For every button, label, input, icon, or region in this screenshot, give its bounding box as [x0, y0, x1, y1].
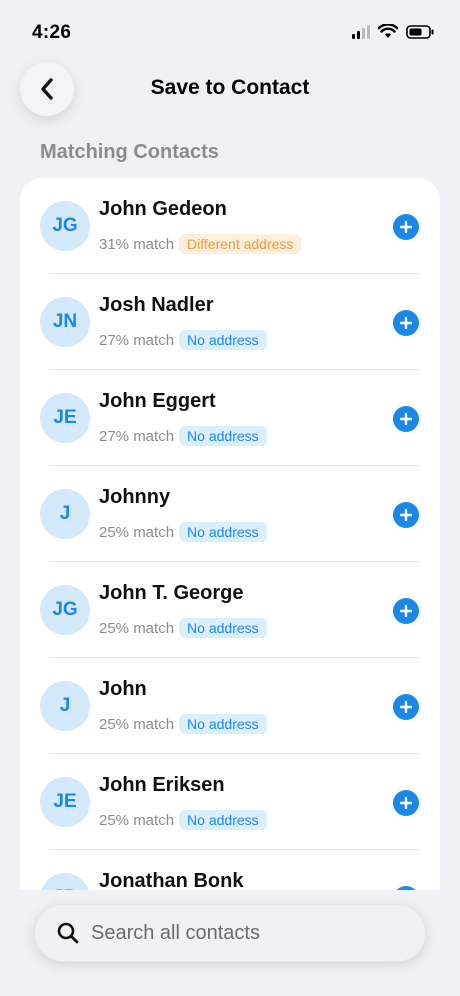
contact-meta: 31% match Different address [99, 234, 302, 254]
add-contact-button[interactable] [393, 886, 419, 890]
contact-name: Josh Nadler [99, 294, 214, 316]
contact-name: John [99, 678, 147, 700]
list-item[interactable]: J John 25% match No address [20, 658, 440, 754]
plus-icon [400, 509, 412, 521]
match-percentage: 27% match [99, 427, 175, 445]
list-item[interactable]: JE John Eriksen 25% match No address [20, 754, 440, 850]
address-badge: No address [179, 330, 267, 350]
contact-name: Johnny [99, 486, 171, 508]
status-icons [352, 24, 434, 39]
status-time: 4:26 [32, 22, 72, 43]
avatar: J [40, 489, 90, 539]
plus-icon [400, 221, 412, 233]
list-item[interactable]: JG John T. George 25% match No address [20, 562, 440, 658]
contact-meta: 25% match No address [99, 810, 267, 830]
contact-meta: 27% match No address [99, 330, 267, 350]
avatar: JG [40, 585, 90, 635]
add-contact-button[interactable] [393, 598, 419, 624]
avatar: JN [40, 297, 90, 347]
avatar: JG [40, 201, 90, 251]
match-percentage: 25% match [99, 715, 175, 733]
address-badge: No address [179, 426, 267, 446]
avatar: JE [40, 777, 90, 827]
address-badge: No address [179, 810, 267, 830]
cellular-signal-icon [352, 24, 370, 39]
address-badge: No address [179, 618, 267, 638]
address-badge: Different address [179, 234, 302, 254]
list-item[interactable]: J Johnny 25% match No address [20, 466, 440, 562]
add-contact-button[interactable] [393, 694, 419, 720]
add-contact-button[interactable] [393, 502, 419, 528]
plus-icon [400, 317, 412, 329]
plus-icon [400, 413, 412, 425]
contact-name: John Gedeon [99, 198, 227, 220]
section-title: Matching Contacts [40, 141, 219, 163]
contact-name: John Eggert [99, 390, 216, 412]
search-icon [57, 922, 79, 944]
avatar: JB [40, 873, 90, 890]
add-contact-button[interactable] [393, 790, 419, 816]
plus-icon [400, 605, 412, 617]
contact-name: John Eriksen [99, 774, 225, 796]
match-percentage: 31% match [99, 235, 175, 253]
match-percentage: 25% match [99, 619, 175, 637]
list-item[interactable]: JN Josh Nadler 27% match No address [20, 274, 440, 370]
list-item[interactable]: JE John Eggert 27% match No address [20, 370, 440, 466]
plus-icon [400, 701, 412, 713]
contact-meta: 27% match No address [99, 426, 267, 446]
contact-meta: 25% match No address [99, 522, 267, 542]
avatar: J [40, 681, 90, 731]
status-bar: 4:26 [0, 0, 460, 60]
contact-name: John T. George [99, 582, 244, 604]
list-item[interactable]: JB Jonathan Bonk [20, 850, 440, 890]
search-bar[interactable] [34, 904, 426, 962]
search-input[interactable] [91, 921, 391, 945]
contacts-list: JG John Gedeon 31% match Different addre… [20, 178, 440, 890]
plus-icon [400, 797, 412, 809]
match-percentage: 25% match [99, 523, 175, 541]
address-badge: No address [179, 714, 267, 734]
match-percentage: 25% match [99, 811, 175, 829]
add-contact-button[interactable] [393, 310, 419, 336]
add-contact-button[interactable] [393, 214, 419, 240]
contact-name: Jonathan Bonk [99, 870, 244, 890]
battery-icon [406, 24, 434, 39]
match-percentage: 27% match [99, 331, 175, 349]
list-item[interactable]: JG John Gedeon 31% match Different addre… [20, 178, 440, 274]
address-badge: No address [179, 522, 267, 542]
header: Save to Contact [0, 60, 460, 120]
add-contact-button[interactable] [393, 406, 419, 432]
contact-meta: 25% match No address [99, 618, 267, 638]
page-title: Save to Contact [150, 76, 310, 99]
contact-meta: 25% match No address [99, 714, 267, 734]
avatar: JE [40, 393, 90, 443]
wifi-icon [378, 24, 398, 38]
